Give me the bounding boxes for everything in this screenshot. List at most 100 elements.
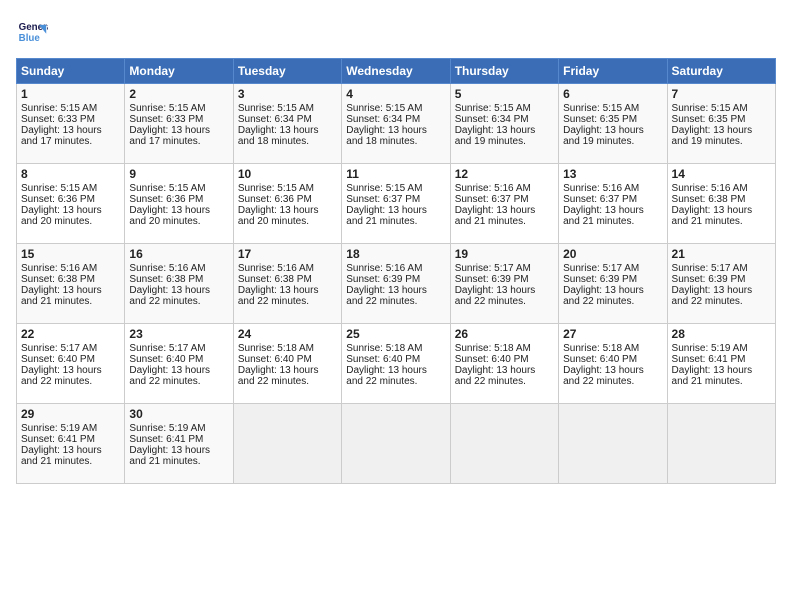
- sunset-label: Sunset: 6:40 PM: [455, 354, 529, 365]
- calendar-cell: 16Sunrise: 5:16 AMSunset: 6:38 PMDayligh…: [125, 244, 233, 324]
- sunset-label: Sunset: 6:40 PM: [21, 354, 95, 365]
- day-number: 18: [346, 247, 445, 261]
- sunrise-label: Sunrise: 5:16 AM: [455, 183, 531, 194]
- calendar-cell: 29Sunrise: 5:19 AMSunset: 6:41 PMDayligh…: [17, 404, 125, 484]
- sunset-label: Sunset: 6:39 PM: [672, 274, 746, 285]
- sunrise-label: Sunrise: 5:16 AM: [129, 263, 205, 274]
- daylight-label: Daylight: 13 hours and 20 minutes.: [238, 205, 319, 227]
- day-number: 16: [129, 247, 228, 261]
- sunrise-label: Sunrise: 5:15 AM: [346, 103, 422, 114]
- sunrise-label: Sunrise: 5:16 AM: [563, 183, 639, 194]
- daylight-label: Daylight: 13 hours and 20 minutes.: [21, 205, 102, 227]
- daylight-label: Daylight: 13 hours and 17 minutes.: [129, 125, 210, 147]
- day-number: 7: [672, 87, 771, 101]
- sunrise-label: Sunrise: 5:15 AM: [346, 183, 422, 194]
- sunset-label: Sunset: 6:36 PM: [21, 194, 95, 205]
- sunset-label: Sunset: 6:40 PM: [563, 354, 637, 365]
- sunrise-label: Sunrise: 5:18 AM: [238, 343, 314, 354]
- day-number: 9: [129, 167, 228, 181]
- calendar-cell: 14Sunrise: 5:16 AMSunset: 6:38 PMDayligh…: [667, 164, 775, 244]
- sunrise-label: Sunrise: 5:18 AM: [455, 343, 531, 354]
- sunset-label: Sunset: 6:39 PM: [563, 274, 637, 285]
- calendar-cell: 12Sunrise: 5:16 AMSunset: 6:37 PMDayligh…: [450, 164, 558, 244]
- logo: General Blue: [16, 16, 48, 48]
- sunrise-label: Sunrise: 5:15 AM: [129, 183, 205, 194]
- weekday-header-saturday: Saturday: [667, 59, 775, 84]
- day-number: 15: [21, 247, 120, 261]
- sunrise-label: Sunrise: 5:15 AM: [455, 103, 531, 114]
- daylight-label: Daylight: 13 hours and 22 minutes.: [563, 285, 644, 307]
- daylight-label: Daylight: 13 hours and 21 minutes.: [346, 205, 427, 227]
- daylight-label: Daylight: 13 hours and 22 minutes.: [346, 285, 427, 307]
- sunset-label: Sunset: 6:37 PM: [563, 194, 637, 205]
- week-row-2: 8Sunrise: 5:15 AMSunset: 6:36 PMDaylight…: [17, 164, 776, 244]
- day-number: 24: [238, 327, 337, 341]
- sunset-label: Sunset: 6:41 PM: [672, 354, 746, 365]
- calendar-cell: [450, 404, 558, 484]
- calendar-cell: 22Sunrise: 5:17 AMSunset: 6:40 PMDayligh…: [17, 324, 125, 404]
- daylight-label: Daylight: 13 hours and 22 minutes.: [455, 285, 536, 307]
- day-number: 20: [563, 247, 662, 261]
- day-number: 13: [563, 167, 662, 181]
- day-number: 3: [238, 87, 337, 101]
- daylight-label: Daylight: 13 hours and 21 minutes.: [672, 365, 753, 387]
- sunset-label: Sunset: 6:38 PM: [21, 274, 95, 285]
- sunset-label: Sunset: 6:37 PM: [455, 194, 529, 205]
- sunset-label: Sunset: 6:36 PM: [238, 194, 312, 205]
- day-number: 14: [672, 167, 771, 181]
- week-row-4: 22Sunrise: 5:17 AMSunset: 6:40 PMDayligh…: [17, 324, 776, 404]
- calendar-cell: 10Sunrise: 5:15 AMSunset: 6:36 PMDayligh…: [233, 164, 341, 244]
- header: General Blue: [16, 16, 776, 48]
- sunset-label: Sunset: 6:34 PM: [346, 114, 420, 125]
- sunset-label: Sunset: 6:40 PM: [129, 354, 203, 365]
- calendar-cell: 20 Sunrise: 5:17 AMSunset: 6:39 PMDayligh…: [559, 244, 667, 324]
- day-number: 1: [21, 87, 120, 101]
- daylight-label: Daylight: 13 hours and 22 minutes.: [672, 285, 753, 307]
- daylight-label: Daylight: 13 hours and 21 minutes.: [21, 285, 102, 307]
- sunset-label: Sunset: 6:40 PM: [238, 354, 312, 365]
- calendar-cell: 23Sunrise: 5:17 AMSunset: 6:40 PMDayligh…: [125, 324, 233, 404]
- daylight-label: Daylight: 13 hours and 19 minutes.: [672, 125, 753, 147]
- daylight-label: Daylight: 13 hours and 22 minutes.: [346, 365, 427, 387]
- sunset-label: Sunset: 6:35 PM: [672, 114, 746, 125]
- sunset-label: Sunset: 6:33 PM: [129, 114, 203, 125]
- daylight-label: Daylight: 13 hours and 18 minutes.: [346, 125, 427, 147]
- calendar-cell: 17Sunrise: 5:16 AMSunset: 6:38 PMDayligh…: [233, 244, 341, 324]
- sunrise-label: Sunrise: 5:17 AM: [563, 263, 639, 274]
- sunset-label: Sunset: 6:41 PM: [21, 434, 95, 445]
- sunrise-label: Sunrise: 5:15 AM: [129, 103, 205, 114]
- calendar-cell: 28Sunrise: 5:19 AMSunset: 6:41 PMDayligh…: [667, 324, 775, 404]
- day-number: 2: [129, 87, 228, 101]
- sunrise-label: Sunrise: 5:17 AM: [672, 263, 748, 274]
- sunrise-label: Sunrise: 5:19 AM: [672, 343, 748, 354]
- sunrise-label: Sunrise: 5:17 AM: [129, 343, 205, 354]
- week-row-3: 15Sunrise: 5:16 AMSunset: 6:38 PMDayligh…: [17, 244, 776, 324]
- sunrise-label: Sunrise: 5:18 AM: [563, 343, 639, 354]
- calendar-cell: 1Sunrise: 5:15 AMSunset: 6:33 PMDaylight…: [17, 84, 125, 164]
- calendar-cell: 27Sunrise: 5:18 AMSunset: 6:40 PMDayligh…: [559, 324, 667, 404]
- calendar-cell: 24 Sunrise: 5:18 AMSunset: 6:40 PMDayligh…: [233, 324, 341, 404]
- sunrise-label: Sunrise: 5:19 AM: [129, 423, 205, 434]
- sunset-label: Sunset: 6:33 PM: [21, 114, 95, 125]
- sunset-label: Sunset: 6:35 PM: [563, 114, 637, 125]
- day-number: 5: [455, 87, 554, 101]
- svg-text:Blue: Blue: [19, 33, 41, 44]
- calendar-cell: 19Sunrise: 5:17 AMSunset: 6:39 PMDayligh…: [450, 244, 558, 324]
- weekday-header-friday: Friday: [559, 59, 667, 84]
- day-number: 22: [21, 327, 120, 341]
- daylight-label: Daylight: 13 hours and 22 minutes.: [238, 365, 319, 387]
- sunrise-label: Sunrise: 5:16 AM: [672, 183, 748, 194]
- week-row-5: 29Sunrise: 5:19 AMSunset: 6:41 PMDayligh…: [17, 404, 776, 484]
- daylight-label: Daylight: 13 hours and 22 minutes.: [563, 365, 644, 387]
- weekday-header-sunday: Sunday: [17, 59, 125, 84]
- sunset-label: Sunset: 6:37 PM: [346, 194, 420, 205]
- daylight-label: Daylight: 13 hours and 19 minutes.: [455, 125, 536, 147]
- daylight-label: Daylight: 13 hours and 22 minutes.: [455, 365, 536, 387]
- sunset-label: Sunset: 6:38 PM: [238, 274, 312, 285]
- daylight-label: Daylight: 13 hours and 20 minutes.: [129, 205, 210, 227]
- day-number: 26: [455, 327, 554, 341]
- calendar-cell: 26 Sunrise: 5:18 AMSunset: 6:40 PMDayligh…: [450, 324, 558, 404]
- sunrise-label: Sunrise: 5:17 AM: [21, 343, 97, 354]
- day-number: 23: [129, 327, 228, 341]
- week-row-1: 1Sunrise: 5:15 AMSunset: 6:33 PMDaylight…: [17, 84, 776, 164]
